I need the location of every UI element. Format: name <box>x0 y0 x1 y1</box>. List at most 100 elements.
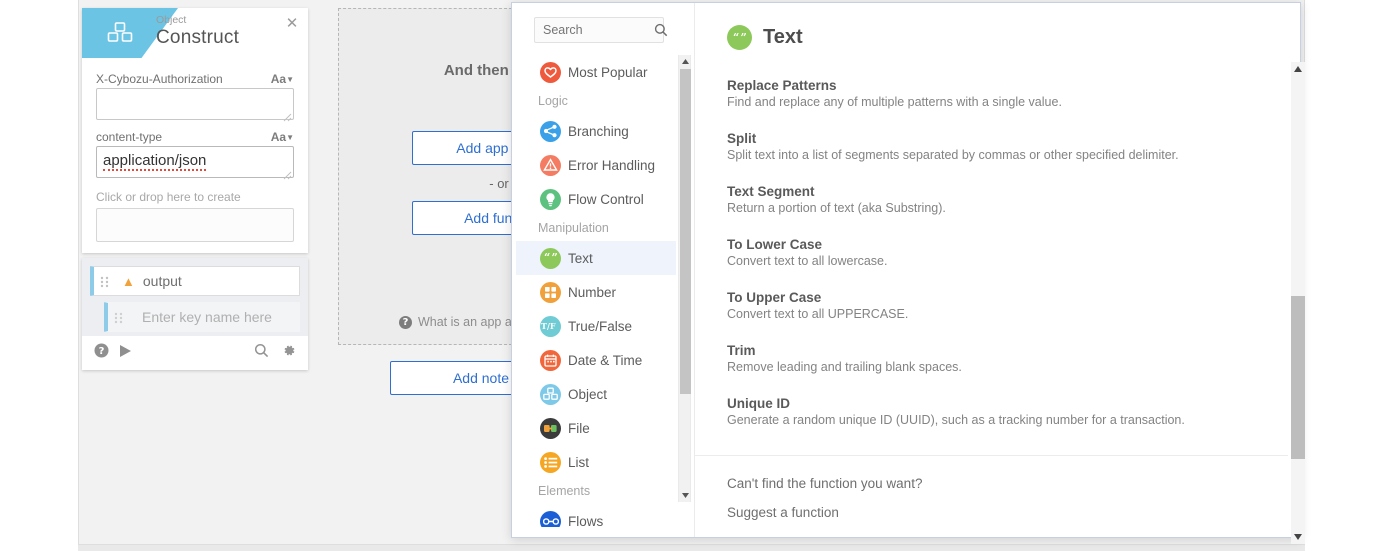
function-category-error-handling[interactable]: Error Handling <box>516 148 676 182</box>
function-category-label: Branching <box>568 123 629 139</box>
output-root-row[interactable]: ▲ output <box>90 266 300 296</box>
function-category-label: Object <box>568 386 608 402</box>
function-category-label: Error Handling <box>568 157 656 173</box>
field-label-content-type: content-type <box>96 130 163 144</box>
function-entry[interactable]: To Lower Case Convert text to all lowerca… <box>727 237 1272 268</box>
function-picker-dialog: Most PopularLogic Branching Error Handling… <box>511 2 1301 538</box>
function-category-object[interactable]: Object <box>516 377 676 411</box>
search-icon[interactable] <box>654 23 668 42</box>
chevron-up-icon[interactable]: ▲ <box>122 275 135 288</box>
function-search-wrap <box>516 3 694 49</box>
function-definition-list[interactable]: Replace Patterns Find and replace any of … <box>727 78 1272 427</box>
svg-text:?: ? <box>99 346 105 357</box>
function-section-manipulation: Manipulation <box>538 221 609 235</box>
category-list-scrollbar[interactable] <box>678 55 691 502</box>
create-field-hint: Click or drop here to create <box>96 190 241 204</box>
field-input-auth[interactable] <box>96 88 294 122</box>
flows-icon <box>540 510 561 527</box>
function-category-true-false[interactable]: T/F True/False <box>516 309 676 343</box>
gear-icon[interactable] <box>281 343 296 363</box>
function-entry-description: Find and replace any of multiple pattern… <box>727 95 1062 109</box>
truefalse-icon: T/F <box>540 315 561 337</box>
play-icon[interactable] <box>119 344 132 363</box>
field-header-auth: X-Cybozu-Authorization Aa▼ <box>96 72 294 86</box>
question-circle-icon: ? <box>398 315 412 329</box>
cubes-icon <box>107 21 133 45</box>
function-entry-name: Split <box>727 131 757 146</box>
construct-title-block: Object Construct <box>156 14 239 50</box>
share-icon <box>540 120 561 142</box>
suggest-function-link[interactable]: Suggest a function <box>727 505 1288 520</box>
svg-text:“: “ <box>733 33 739 43</box>
format-selector-auth[interactable]: Aa▼ <box>271 72 294 86</box>
function-entry-name: To Lower Case <box>727 237 823 252</box>
detail-footer: Can't find the function you want? Sugges… <box>695 455 1288 537</box>
scroll-up-icon[interactable] <box>679 55 692 68</box>
function-category-label: List <box>568 454 590 470</box>
help-icon[interactable]: ? <box>94 343 109 363</box>
scroll-down-icon[interactable] <box>1291 530 1305 544</box>
search-icon[interactable] <box>254 343 269 363</box>
output-root-label: output <box>142 273 182 289</box>
function-category-branching[interactable]: Branching <box>516 114 676 148</box>
function-entry[interactable]: Replace Patterns Find and replace any of … <box>727 78 1272 109</box>
list-icon <box>540 451 561 473</box>
scroll-down-icon[interactable] <box>679 489 692 502</box>
function-category-date-time[interactable]: Date & Time <box>516 343 676 377</box>
function-category-label: Date & Time <box>568 352 643 368</box>
calendar-icon <box>540 349 561 371</box>
function-entry-description: Convert text to all lowercase. <box>727 254 888 268</box>
construct-card[interactable]: Object Construct ✕ X-Cybozu-Authorizatio… <box>82 8 308 253</box>
function-entry[interactable]: Unique ID Generate a random unique ID (UU… <box>727 396 1272 427</box>
close-icon[interactable]: ✕ <box>284 15 300 31</box>
output-child-placeholder: Enter key name here <box>142 309 272 325</box>
function-entry[interactable]: Split Split text into a list of segments … <box>727 131 1272 162</box>
field-input-content-type[interactable]: application/json <box>96 146 294 180</box>
detail-header: “” Text <box>727 25 1272 50</box>
function-entry[interactable]: To Upper Case Convert text to all UPPERCA… <box>727 290 1272 321</box>
canvas-bottom-strip <box>78 545 1305 551</box>
output-tree: ▲ output Enter key name here <box>82 258 308 336</box>
function-category-label: Text <box>568 250 593 266</box>
detail-title: Text <box>763 26 803 48</box>
file-icon <box>540 417 561 439</box>
resize-handle-auth[interactable] <box>283 109 292 122</box>
function-entry[interactable]: Text Segment Return a portion of text (ak… <box>727 184 1272 215</box>
resize-handle-content-type[interactable] <box>283 167 292 180</box>
drag-handle-icon[interactable] <box>114 311 130 324</box>
function-category-number[interactable]: Number <box>516 275 676 309</box>
function-category-panel: Most PopularLogic Branching Error Handling… <box>512 3 695 537</box>
page-scrollbar[interactable] <box>1291 62 1305 544</box>
function-category-label: Number <box>568 284 617 300</box>
search-input[interactable] <box>534 17 664 43</box>
construct-subtitle: Object <box>156 14 187 26</box>
drag-handle-icon[interactable] <box>100 275 116 288</box>
function-entry[interactable]: Trim Remove leading and trailing blank sp… <box>727 343 1272 374</box>
function-category-flow-control[interactable]: Flow Control <box>516 182 676 216</box>
format-selector-content-type[interactable]: Aa▼ <box>271 130 294 144</box>
function-category-list[interactable]: Most Popular Logic Branching Error Handling… <box>516 55 676 527</box>
function-category-label: Flows <box>568 513 604 528</box>
construct-title: Construct <box>156 27 240 48</box>
scroll-up-icon[interactable] <box>1291 62 1305 76</box>
output-card[interactable]: ▲ output Enter key name here ? <box>82 258 308 370</box>
scrollbar-thumb[interactable] <box>680 69 691 394</box>
function-category-text[interactable]: “” Text <box>516 241 676 275</box>
create-field-dropzone[interactable] <box>96 208 294 242</box>
function-category-most-popular[interactable]: Most Popular <box>516 55 676 89</box>
cubes-icon <box>540 383 561 405</box>
function-category-flows[interactable]: Flows <box>516 504 676 527</box>
svg-text:”: ” <box>740 33 746 43</box>
function-entry-name: Trim <box>727 343 756 358</box>
function-entry-description: Return a portion of text (aka Substring)… <box>727 201 946 215</box>
heart-icon <box>540 61 561 83</box>
function-section-elements: Elements <box>538 484 591 498</box>
grid-icon <box>540 281 561 303</box>
function-category-label: File <box>568 420 590 436</box>
scrollbar-thumb[interactable] <box>1291 296 1305 459</box>
function-entry-name: To Upper Case <box>727 290 822 305</box>
output-child-row[interactable]: Enter key name here <box>104 302 300 332</box>
function-category-list[interactable]: List <box>516 445 676 479</box>
function-category-file[interactable]: File <box>516 411 676 445</box>
field-label-auth: X-Cybozu-Authorization <box>96 72 223 86</box>
